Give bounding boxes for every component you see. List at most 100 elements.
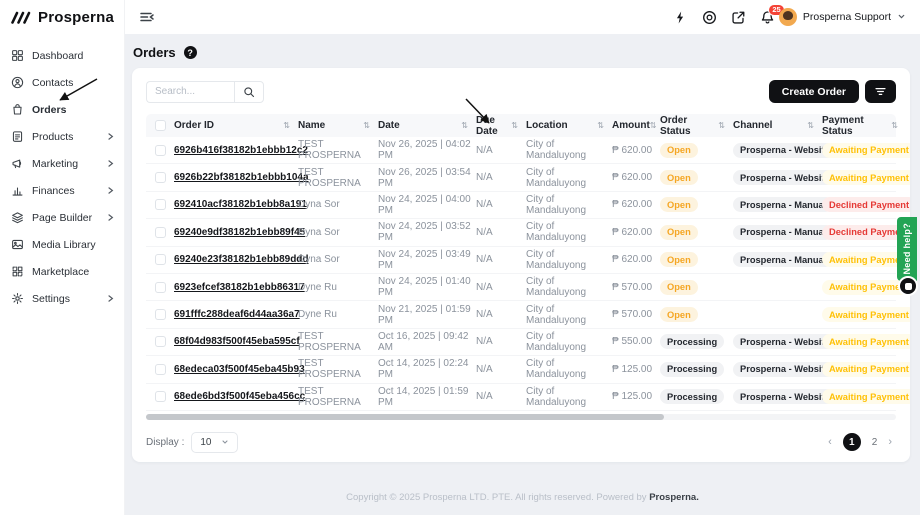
search-button[interactable]	[234, 80, 264, 103]
page-help-icon[interactable]: ?	[183, 46, 197, 59]
search-input[interactable]	[146, 80, 234, 103]
table-row: 6926b416f38182b1ebbb12c2 TEST PROSPERNA No…	[146, 137, 910, 165]
channel-badge: Prosperna - Manual	[733, 252, 834, 268]
order-amount: ₱ 550.00	[612, 336, 653, 348]
order-id-link[interactable]: 69240e23f38182b1ebb89ddd	[174, 254, 309, 265]
horizontal-scrollbar	[146, 413, 896, 420]
create-order-button[interactable]: Create Order	[768, 80, 859, 103]
order-id-link[interactable]: 6926b22bf38182b1ebbb104a	[174, 172, 309, 183]
sidebar-item-media-library[interactable]: Media Library	[0, 231, 124, 258]
column-header-date[interactable]: Date ⇅	[378, 120, 476, 131]
payment-status-badge: Awaiting Payment	[822, 389, 910, 405]
scrollbar-thumb[interactable]	[146, 413, 664, 420]
column-header-channel[interactable]: Channel ⇅	[733, 120, 822, 131]
page-button-2[interactable]: 2	[872, 437, 878, 448]
sort-icon: ⇅	[807, 121, 814, 130]
order-id-link[interactable]: 68ede6bd3f500f45eba456cc	[174, 391, 305, 402]
page-size-select[interactable]: 10	[191, 431, 239, 453]
chevron-right-icon	[106, 294, 115, 303]
column-header-due-date[interactable]: Due Date ⇅	[476, 115, 526, 137]
row-checkbox[interactable]	[154, 281, 166, 293]
row-checkbox[interactable]	[154, 144, 166, 156]
bell-icon[interactable]: 25	[760, 3, 786, 25]
order-location: City of Mandaluyong	[526, 385, 587, 408]
row-checkbox[interactable]	[154, 336, 166, 348]
sidebar-item-contacts[interactable]: Contacts	[0, 69, 124, 96]
copyright-text: Copyright © 2025 Prosperna LTD. PTE. All…	[346, 492, 647, 503]
sidebar-item-marketplace[interactable]: Marketplace	[0, 258, 124, 285]
row-checkbox[interactable]	[154, 309, 166, 321]
order-date: Nov 24, 2025 | 03:49 PM	[378, 248, 471, 271]
order-status-badge: Open	[660, 197, 698, 213]
table-row: 69240e9df38182b1ebb89f45 Dyna Sor Nov 24, …	[146, 219, 910, 247]
chat-widget-button[interactable]	[898, 276, 918, 296]
table-row: 69240e23f38182b1ebb89ddd Dyna Sor Nov 24, …	[146, 247, 910, 274]
chat-icon	[904, 282, 912, 290]
marketplace-icon	[11, 265, 24, 278]
order-id-link[interactable]: 692410acf38182b1ebb8a191	[174, 199, 307, 210]
chevron-right-icon	[106, 132, 115, 141]
order-name: Dyne Ru	[298, 281, 337, 293]
payment-status-badge: Declined Payment	[822, 197, 910, 213]
filter-button[interactable]	[865, 80, 896, 103]
sidebar-item-finances[interactable]: Finances	[0, 177, 124, 204]
sidebar-item-dashboard[interactable]: Dashboard	[0, 42, 124, 69]
row-checkbox[interactable]	[154, 363, 166, 375]
order-id-link[interactable]: 68f04d983f500f45eba595cf	[174, 336, 300, 347]
order-location: City of Mandaluyong	[526, 139, 587, 162]
order-date: Nov 24, 2025 | 01:40 PM	[378, 276, 471, 299]
row-checkbox[interactable]	[154, 391, 166, 403]
order-amount: ₱ 620.00	[612, 172, 653, 184]
sidebar-item-settings[interactable]: Settings	[0, 285, 124, 312]
order-due-date: N/A	[476, 281, 493, 293]
row-checkbox[interactable]	[154, 199, 166, 211]
page-title: Orders	[133, 45, 176, 60]
order-id-link[interactable]: 6926b416f38182b1ebbb12c2	[174, 145, 308, 156]
order-location: City of Mandaluyong	[526, 221, 587, 244]
order-amount: ₱ 620.00	[612, 254, 653, 266]
select-all-checkbox[interactable]	[154, 120, 166, 131]
next-page-button[interactable]: ›	[888, 436, 892, 448]
brand[interactable]: Prosperna	[0, 0, 124, 36]
column-header-amount[interactable]: Amount ⇅	[612, 120, 660, 131]
page-button-1[interactable]: 1	[842, 433, 861, 452]
order-status-badge: Open	[660, 142, 698, 158]
search-icon	[244, 86, 255, 97]
column-header-name[interactable]: Name ⇅	[298, 120, 378, 131]
need-help-label: Need help?	[902, 223, 912, 275]
order-status-badge: Processing	[660, 334, 725, 350]
order-location: City of Mandaluyong	[526, 193, 587, 216]
bolt-icon[interactable]	[673, 10, 688, 25]
column-header-order-status[interactable]: Order Status ⇅	[660, 115, 733, 137]
payment-status-badge: Awaiting Payment	[822, 307, 910, 323]
footer-brand: Prosperna.	[649, 492, 699, 503]
row-checkbox[interactable]	[154, 172, 166, 184]
profile-menu[interactable]: Prosperna Support	[778, 8, 906, 26]
sidebar-item-products[interactable]: Products	[0, 123, 124, 150]
order-location: City of Mandaluyong	[526, 166, 587, 189]
target-icon[interactable]	[702, 10, 717, 25]
sidebar-item-page-builder[interactable]: Page Builder	[0, 204, 124, 231]
order-id-link[interactable]: 69240e9df38182b1ebb89f45	[174, 227, 305, 238]
sidebar-collapse-icon[interactable]	[139, 9, 155, 25]
column-header-order-id[interactable]: Order ID ⇅	[174, 120, 298, 131]
order-id-link[interactable]: 691fffc288deaf6d44aa36a7	[174, 309, 300, 320]
order-status-badge: Open	[660, 224, 698, 240]
order-location: City of Mandaluyong	[526, 276, 587, 299]
order-id-link[interactable]: 6923efcef38182b1ebb86317	[174, 282, 305, 293]
sidebar-item-marketing[interactable]: Marketing	[0, 150, 124, 177]
column-header-payment-status[interactable]: Payment Status ⇅	[822, 115, 906, 137]
order-date: Nov 21, 2025 | 01:59 PM	[378, 303, 471, 326]
order-status-badge: Open	[660, 307, 698, 323]
external-link-icon[interactable]	[731, 10, 746, 25]
channel-badge: Prosperna - Manual	[733, 224, 834, 240]
sidebar-item-orders[interactable]: Orders	[0, 96, 124, 123]
row-checkbox[interactable]	[154, 254, 166, 266]
order-id-link[interactable]: 68edeca03f500f45eba45b93	[174, 364, 305, 375]
order-status-badge: Open	[660, 252, 698, 268]
column-header-location[interactable]: Location ⇅	[526, 120, 612, 131]
order-date: Oct 14, 2025 | 01:59 PM	[378, 385, 469, 408]
need-help-tab[interactable]: Need help?	[897, 217, 917, 281]
row-checkbox[interactable]	[154, 226, 166, 238]
prev-page-button[interactable]: ‹	[828, 436, 832, 448]
